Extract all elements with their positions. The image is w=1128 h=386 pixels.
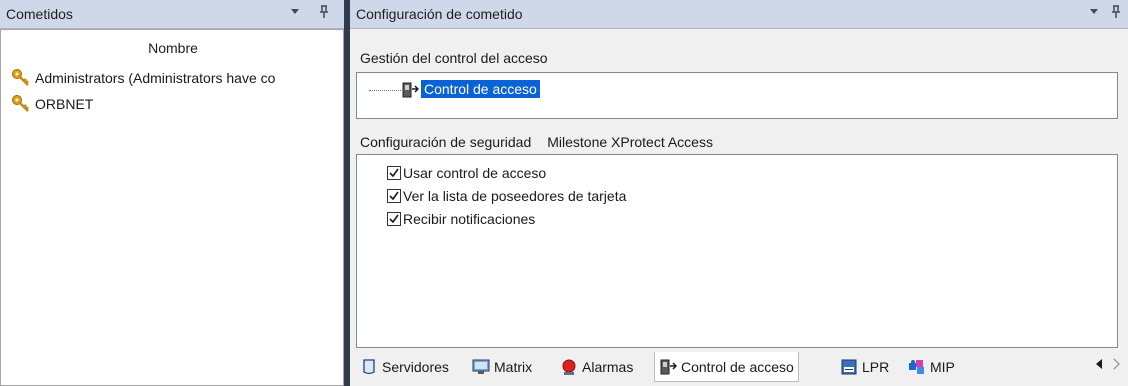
tab-scroll-left-icon[interactable]	[1094, 358, 1104, 373]
panel-dropdown-icon[interactable]	[1088, 5, 1100, 20]
role-settings-panel: Configuración de cometido Gestión del co…	[350, 0, 1128, 386]
permission-label: Ver la lista de poseedores de tarjeta	[403, 188, 627, 204]
servers-icon	[363, 359, 375, 375]
role-label: Administrators (Administrators have co	[35, 70, 276, 86]
lpr-icon	[841, 359, 857, 375]
tab-lpr[interactable]: LPR	[836, 354, 893, 380]
tab-servidores[interactable]: Servidores	[356, 354, 453, 380]
tab-control-de-acceso[interactable]: Control de acceso	[654, 352, 799, 382]
tab-scroll-right-icon[interactable]	[1112, 358, 1120, 373]
checkbox-checked[interactable]	[387, 189, 401, 203]
access-control-icon	[660, 359, 677, 374]
tab-mip[interactable]: MIP	[904, 354, 959, 380]
permission-receive-notifications[interactable]: Recibir notificaciones	[387, 209, 535, 229]
tab-label: LPR	[862, 359, 890, 375]
pin-icon[interactable]	[318, 5, 330, 22]
tab-matrix[interactable]: Matrix	[468, 354, 536, 380]
security-tabs: Configuración de seguridad Milestone XPr…	[360, 134, 713, 150]
tab-xprotect-access[interactable]: Milestone XProtect Access	[547, 134, 713, 150]
roles-list: Nombre Administrators (Administrators ha…	[0, 29, 344, 386]
access-management-label: Gestión del control del acceso	[360, 50, 548, 66]
roles-panel: Cometidos Nombre Administrators (Adminis…	[0, 0, 344, 386]
tab-security-settings[interactable]: Configuración de seguridad	[360, 134, 531, 150]
checkbox-checked[interactable]	[387, 212, 401, 226]
role-label: ORBNET	[35, 96, 94, 112]
role-key-icon	[12, 69, 29, 86]
tree-connector	[369, 90, 401, 91]
tab-label: Matrix	[494, 359, 533, 375]
role-settings-title: Configuración de cometido	[356, 6, 523, 22]
role-settings-header: Configuración de cometido	[350, 0, 1128, 29]
tab-label: Control de acceso	[681, 358, 794, 375]
checkbox-checked[interactable]	[387, 166, 401, 180]
roles-panel-title: Cometidos	[6, 6, 73, 22]
mip-icon	[909, 360, 924, 374]
permission-label: Recibir notificaciones	[403, 211, 536, 227]
column-header-nombre[interactable]: Nombre	[1, 40, 345, 56]
role-key-icon	[12, 95, 29, 112]
permission-use-access-control[interactable]: Usar control de acceso	[387, 163, 546, 183]
pin-icon[interactable]	[1110, 5, 1122, 22]
permissions-list: Usar control de acceso Ver la lista de p…	[356, 154, 1118, 348]
alarm-icon	[562, 359, 576, 375]
role-item-administrators[interactable]: Administrators (Administrators have co	[11, 67, 275, 89]
roles-panel-header: Cometidos	[0, 0, 344, 29]
access-control-icon	[402, 82, 419, 98]
permission-label: Usar control de acceso	[403, 165, 547, 181]
permission-view-cardholders[interactable]: Ver la lista de poseedores de tarjeta	[387, 186, 626, 206]
tab-label: Alarmas	[582, 359, 634, 375]
role-item-orbnet[interactable]: ORBNET	[11, 93, 93, 115]
tab-label: MIP	[930, 359, 955, 375]
matrix-icon	[472, 359, 490, 374]
tab-alarmas[interactable]: Alarmas	[556, 354, 637, 380]
bottom-tab-bar: Servidores Matrix Alarmas Control de acc…	[350, 350, 1128, 386]
panel-dropdown-icon[interactable]	[289, 5, 301, 20]
access-tree: Control de acceso	[356, 72, 1118, 119]
tab-label: Servidores	[382, 359, 449, 375]
tree-item-access-control[interactable]: Control de acceso	[421, 80, 540, 98]
